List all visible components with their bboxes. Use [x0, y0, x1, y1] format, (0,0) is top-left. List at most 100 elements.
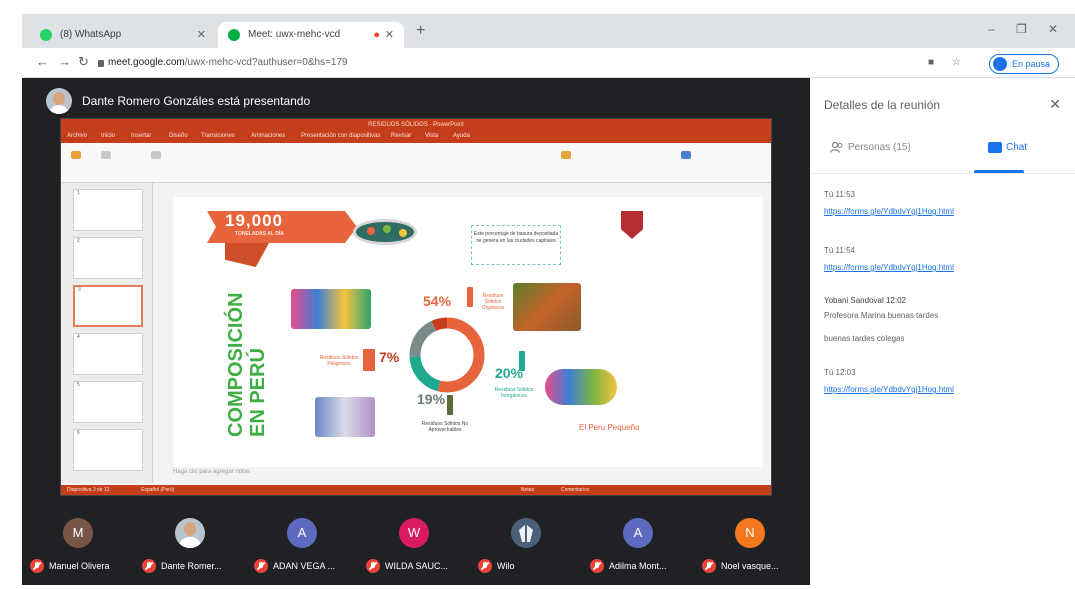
food-dot — [383, 225, 391, 233]
new-tab-button[interactable]: + — [416, 22, 425, 40]
status-text: Diapositiva 3 de 12 — [67, 487, 110, 493]
vertical-title: COMPOSICIÓN EN PERÚ — [225, 293, 269, 437]
message-link[interactable]: https://forms.gle/YdbdvYgj1Hog.html — [824, 385, 1054, 394]
status-text: Notas — [521, 487, 535, 493]
message-link[interactable]: https://forms.gle/YdbdvYgj1Hog.html — [824, 263, 1054, 272]
label-inorganic: Residuos Sólidos Inorgánicos — [494, 387, 534, 399]
participant-name: Dante Romer... — [161, 561, 222, 571]
mic-off-icon — [30, 559, 44, 573]
ribbon-tab: Animaciones — [251, 133, 286, 139]
camera-icon[interactable]: ■ — [928, 58, 938, 68]
panel-title: Detalles de la reunión — [824, 98, 941, 112]
presenter-banner: Dante Romero Gonzáles está presentando — [46, 86, 310, 116]
slide-thumbnail: 2 — [73, 237, 143, 279]
ribbon-tab: Diseño — [169, 133, 188, 139]
message-sender: Tú 11:53 — [824, 190, 855, 199]
browser-window: (8) WhatsApp ✕ Meet: uwx-mehc-vcd ● ✕ + … — [22, 14, 1075, 585]
minimize-button[interactable]: – — [988, 22, 995, 36]
recyclables-image — [545, 369, 617, 405]
avatar: A — [623, 518, 653, 548]
new-slide-icon — [101, 151, 111, 159]
meet-icon — [228, 29, 240, 41]
mic-off-icon — [142, 559, 156, 573]
back-icon[interactable]: ← — [36, 54, 49, 69]
close-icon[interactable]: ✕ — [1049, 96, 1061, 113]
meeting-details-panel: Detalles de la reunión ✕ Personas (15) C… — [810, 78, 1075, 585]
message-text: buenas tardes colegas — [824, 334, 905, 343]
avatar — [46, 88, 72, 114]
participant-tile[interactable]: M Manuel Olivera — [22, 506, 134, 585]
status-text: Español (Perú) — [141, 487, 175, 493]
status-text: Comentarios — [561, 487, 590, 493]
banner-tail — [225, 243, 269, 267]
profile-avatar — [992, 57, 1007, 71]
food-dot — [399, 229, 407, 237]
forward-icon[interactable]: → — [58, 54, 71, 69]
tab-label: (8) WhatsApp — [60, 29, 122, 40]
ribbon-tab: Revisar — [391, 133, 412, 139]
pct-organic: 54% — [423, 293, 452, 309]
whatsapp-icon — [40, 29, 52, 41]
message-link[interactable]: https://forms.gle/YdbdvYgj1Hog.html — [824, 207, 1054, 216]
maximize-button[interactable]: ❐ — [1016, 22, 1027, 36]
close-window-button[interactable]: ✕ — [1048, 22, 1058, 36]
participant-tile[interactable]: W WILDA SAUC... — [358, 506, 470, 585]
avatar: A — [287, 518, 317, 548]
bin-icon — [467, 287, 473, 307]
ribbon-tab: Transiciones — [201, 133, 235, 139]
big-number-sub: TONELADAS AL DÍA — [235, 231, 284, 237]
meet-stage: Dante Romero Gonzáles está presentando R… — [22, 78, 810, 585]
tab-people[interactable]: Personas (15) — [830, 142, 911, 172]
participant-tile[interactable]: Wilo — [470, 506, 582, 585]
slide-thumbnail-selected: 3 — [73, 285, 143, 327]
url-field[interactable]: meet.google.com/uwx-mehc-vcd?authuser=0&… — [108, 53, 928, 73]
message-sender: Tú 12:03 — [824, 368, 856, 377]
participants-row: M Manuel Olivera Dante Romer... A ADAN V… — [22, 506, 810, 585]
vertical-title-line: EN PERÚ — [247, 348, 269, 437]
label-hazardous: Residuos Sólidos Peligrosos — [319, 355, 359, 367]
star-icon[interactable]: ☆ — [952, 58, 962, 68]
food-dot — [367, 227, 375, 235]
mic-off-icon — [702, 559, 716, 573]
tab-whatsapp[interactable]: (8) WhatsApp ✕ — [30, 22, 216, 48]
ribbon-tab: Ayuda — [453, 133, 470, 139]
pct-non-usable: 19% — [417, 391, 446, 407]
ribbon-tab: Inicio — [101, 133, 116, 139]
tab-chat[interactable]: Chat — [988, 142, 1027, 172]
notes-placeholder: Haga clic para agregar notas — [173, 469, 251, 475]
chat-icon — [988, 142, 1002, 153]
profile-button[interactable]: En pausa — [988, 54, 1059, 74]
tab-bar: (8) WhatsApp ✕ Meet: uwx-mehc-vcd ● ✕ + … — [22, 14, 1075, 48]
participant-tile[interactable]: A ADAN VEGA ... — [246, 506, 358, 585]
recording-dot-icon: ● — [373, 29, 380, 41]
mic-off-icon — [590, 559, 604, 573]
chat-message: Tú 12:03 https://forms.gle/YdbdvYgj1Hog.… — [824, 368, 1054, 394]
participant-tile[interactable]: Dante Romer... — [134, 506, 246, 585]
brand-text: El Peru Pequeño — [579, 423, 640, 432]
powerpoint-ribbon-tabs: Archivo Inicio Insertar Diseño Transicio… — [61, 131, 771, 143]
url-path: /uwx-mehc-vcd?authuser=0&hs=179 — [184, 57, 348, 68]
slide-thumbnail: 1 — [73, 189, 143, 231]
mic-off-icon — [478, 559, 492, 573]
shared-screen: RESIDUOS SÓLIDOS - PowerPoint Archivo In… — [60, 118, 772, 496]
participant-tile[interactable]: A Adilma Mont... — [582, 506, 694, 585]
reload-icon[interactable]: ↻ — [78, 54, 89, 70]
shapes-icon — [561, 151, 571, 159]
close-tab-icon[interactable]: ✕ — [197, 22, 206, 48]
slide-thumbnail: 6 — [73, 429, 143, 471]
big-number: 19,000 — [225, 211, 283, 230]
chat-message: Tú 11:54 https://forms.gle/YdbdvYgj1Hog.… — [824, 246, 1054, 272]
chat-message: Tú 11:53 https://forms.gle/YdbdvYgj1Hog.… — [824, 190, 1054, 216]
participant-tile[interactable]: N Noel vasque... — [694, 506, 806, 585]
organic-waste-image — [513, 283, 581, 331]
avatar: W — [399, 518, 429, 548]
vertical-title-line: COMPOSICIÓN — [225, 292, 247, 437]
message-text: Profesora Marina buenas tardes — [824, 311, 939, 320]
callout-box: Este porcentaje de basura depositada se … — [471, 225, 561, 265]
ribbon-tab: Vista — [425, 133, 439, 139]
tab-meet[interactable]: Meet: uwx-mehc-vcd ● ✕ — [218, 22, 404, 48]
presenter-text: Dante Romero Gonzáles está presentando — [82, 94, 311, 108]
participant-name: WILDA SAUC... — [385, 561, 449, 571]
slide-canvas: 19,000 TONELADAS AL DÍA Este porcentaje … — [173, 197, 763, 467]
close-tab-icon[interactable]: ✕ — [385, 22, 394, 48]
